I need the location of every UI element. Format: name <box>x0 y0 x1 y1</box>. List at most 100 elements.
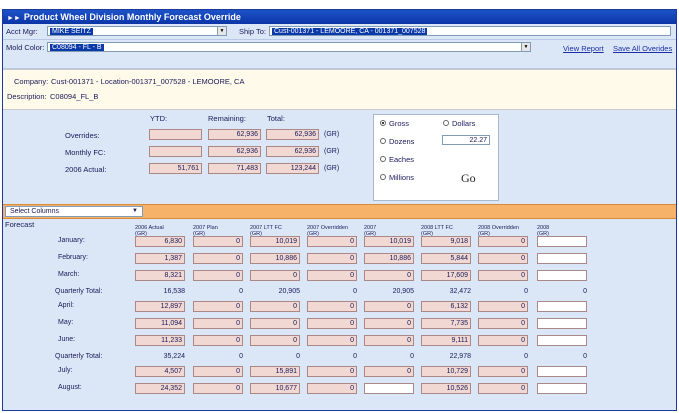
ship-to-label: Ship To: <box>239 27 266 36</box>
forecast-value-cell: 0 <box>307 366 357 377</box>
quarterly-total-value: 0 <box>524 288 528 295</box>
forecast-input-cell[interactable] <box>537 366 587 377</box>
mold-color-chevron-down-icon[interactable]: ▼ <box>521 42 531 52</box>
forecast-value-cell: 0 <box>478 270 528 281</box>
description-value: C08094_FL_B <box>50 92 99 101</box>
acct-mgr-chevron-down-icon[interactable]: ▼ <box>217 26 227 36</box>
quarterly-total-value: 0 <box>524 353 528 360</box>
forecast-value-cell: 0 <box>307 335 357 346</box>
save-all-overrides-link[interactable]: Save All Overides <box>613 44 672 53</box>
forecast-value-cell: 0 <box>193 270 243 281</box>
forecast-value-cell: 6,830 <box>135 236 185 247</box>
radio-dozens[interactable]: Dozens <box>380 137 414 146</box>
monthly-fc-row-label: Monthly FC: <box>65 148 106 157</box>
forecast-value-cell: 0 <box>250 318 300 329</box>
forecast-value-cell: 10,677 <box>250 383 300 394</box>
radio-eaches[interactable]: Eaches <box>380 155 414 164</box>
radio-unchecked-icon <box>380 138 386 145</box>
quarterly-total-label: Quarterly Total: <box>55 288 103 295</box>
acct-mgr-value: MIKE SEITZ <box>50 28 93 35</box>
forecast-value-cell: 6,132 <box>421 301 471 312</box>
mold-color-value: C08094 - FL - B <box>50 44 104 51</box>
forecast-value-cell: 0 <box>478 301 528 312</box>
company-value: Cust-001371 - Location-001371_007528 - L… <box>51 77 245 86</box>
forecast-input-cell[interactable] <box>537 236 587 247</box>
forecast-value-cell: 0 <box>364 270 414 281</box>
overrides-unit: (GR) <box>324 131 340 138</box>
overrides-row-label: Overrides: <box>65 131 100 140</box>
forecast-input-cell[interactable] <box>537 335 587 346</box>
actual-2006-total-field: 123,244 <box>266 163 319 174</box>
ship-to-dropdown[interactable]: Cust-001371 - LEMOORE, CA - 001371_00752… <box>269 26 671 36</box>
go-button[interactable]: Go <box>461 171 476 186</box>
ytd-header: YTD: <box>150 114 168 123</box>
dollars-value-field[interactable]: 22.27 <box>442 135 490 145</box>
forecast-value-cell: 8,321 <box>135 270 185 281</box>
chevron-down-icon: ▼ <box>132 208 138 214</box>
overrides-remaining-field: 62,936 <box>208 129 261 140</box>
quarterly-total-value: 0 <box>239 353 243 360</box>
forecast-override-window: ►► Product Wheel Division Monthly Forecas… <box>2 9 677 411</box>
radio-dozens-label: Dozens <box>389 137 415 146</box>
view-report-link[interactable]: View Report <box>563 44 604 53</box>
actual-2006-ytd-field: 51,761 <box>149 163 202 174</box>
radio-millions[interactable]: Millions <box>380 173 414 182</box>
forecast-value-cell: 0 <box>478 253 528 264</box>
forecast-value-cell: 5,844 <box>421 253 471 264</box>
forecast-value-cell: 0 <box>307 236 357 247</box>
month-label: July: <box>58 367 73 374</box>
unit-options-panel: Gross Dollars Dozens 22.27 Eaches Millio… <box>373 114 499 201</box>
title-bar: ►► Product Wheel Division Monthly Forecas… <box>3 10 676 24</box>
radio-unchecked-icon <box>380 156 386 163</box>
forecast-input-cell[interactable] <box>364 383 414 394</box>
mold-color-label: Mold Color: <box>6 43 45 52</box>
quarterly-total-value: 0 <box>239 288 243 295</box>
forecast-value-cell: 17,609 <box>421 270 471 281</box>
month-label: April: <box>58 302 74 309</box>
forecast-value-cell: 0 <box>193 335 243 346</box>
quarterly-total-value: 35,224 <box>163 353 185 360</box>
select-columns-dropdown[interactable]: Select Columns ▼ <box>5 206 143 217</box>
forecast-value-cell: 0 <box>478 383 528 394</box>
radio-dollars[interactable]: Dollars <box>443 119 475 128</box>
forecast-input-cell[interactable] <box>537 318 587 329</box>
overrides-total-field: 62,936 <box>266 129 319 140</box>
forecast-input-cell[interactable] <box>537 301 587 312</box>
forecast-value-cell: 11,233 <box>135 335 185 346</box>
forecast-value-cell: 0 <box>307 318 357 329</box>
forecast-value-cell: 10,019 <box>364 236 414 247</box>
radio-unchecked-icon <box>380 174 386 181</box>
radio-unchecked-icon <box>443 120 449 127</box>
forecast-value-cell: 0 <box>250 270 300 281</box>
forecast-input-cell[interactable] <box>537 253 587 264</box>
radio-gross[interactable]: Gross <box>380 119 409 128</box>
quarterly-total-value: 0 <box>583 288 587 295</box>
forecast-value-cell: 9,018 <box>421 236 471 247</box>
forecast-value-cell: 4,507 <box>135 366 185 377</box>
actual-2006-remaining-field: 71,483 <box>208 163 261 174</box>
overrides-summary-panel: YTD: Remaining: Total: Overrides: 62,936… <box>3 110 676 202</box>
quarterly-total-value: 20,905 <box>278 288 300 295</box>
forecast-value-cell: 10,526 <box>421 383 471 394</box>
forecast-value-cell: 0 <box>478 366 528 377</box>
select-columns-label: Select Columns <box>10 208 60 215</box>
forecast-value-cell: 0 <box>250 301 300 312</box>
mold-color-row: Mold Color: C08094 - FL - B ▼ View Repor… <box>3 40 676 69</box>
forecast-value-cell: 10,886 <box>364 253 414 264</box>
forecast-input-cell[interactable] <box>537 270 587 281</box>
forecast-input-cell[interactable] <box>537 383 587 394</box>
forecast-value-cell: 0 <box>478 335 528 346</box>
forecast-value-cell: 0 <box>364 335 414 346</box>
acct-mgr-dropdown[interactable]: MIKE SEITZ <box>47 26 219 36</box>
monthly-fc-unit: (GR) <box>324 148 340 155</box>
window-title: Product Wheel Division Monthly Forecast … <box>23 12 241 22</box>
mold-color-dropdown[interactable]: C08094 - FL - B <box>47 42 523 52</box>
quarterly-total-value: 0 <box>410 353 414 360</box>
forecast-value-cell: 24,352 <box>135 383 185 394</box>
forecast-value-cell: 0 <box>193 301 243 312</box>
radio-millions-label: Millions <box>389 173 415 182</box>
month-label: August: <box>58 384 82 391</box>
remaining-header: Remaining: <box>208 114 246 123</box>
quarterly-total-value: 20,905 <box>392 288 414 295</box>
forecast-value-cell: 0 <box>193 318 243 329</box>
